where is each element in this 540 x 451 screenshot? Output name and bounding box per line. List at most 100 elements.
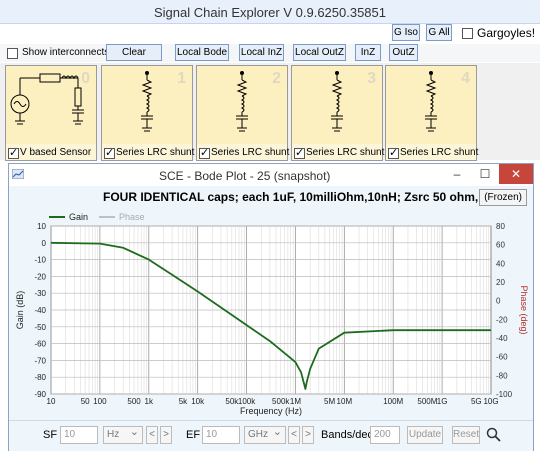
x-tick-label: 10M	[337, 397, 353, 406]
app-title: Signal Chain Explorer V 0.9.6250.35851	[154, 5, 386, 20]
reset-button[interactable]: Reset	[452, 426, 480, 444]
stage-1[interactable]: 1 Series LRC shunt	[101, 65, 195, 161]
y2-axis-title: Phase (deg)	[519, 285, 529, 334]
stage-2[interactable]: 2 Series LRC shunt	[196, 65, 290, 161]
stage-2-label: Series LRC shunt	[211, 147, 290, 158]
stage-0[interactable]: 0 V based Sensor	[5, 65, 97, 161]
x-axis-title: Frequency (Hz)	[240, 406, 302, 416]
y-tick-label: -80	[34, 373, 46, 382]
x-tick-label: 10	[47, 397, 56, 406]
x-tick-label: 5M	[324, 397, 335, 406]
local-bode-button[interactable]: Local Bode	[175, 44, 229, 61]
stage-3[interactable]: 3 Series LRC shunt	[291, 65, 385, 161]
stage-3-label: Series LRC shunt	[306, 147, 385, 158]
ef-input[interactable]: 10	[202, 426, 240, 444]
x-tick-label: 50	[81, 397, 90, 406]
y2-tick-label: -40	[496, 334, 508, 343]
stage-0-number: 0	[81, 70, 90, 87]
y2-tick-label: -80	[496, 371, 508, 380]
y2-tick-label: -60	[496, 353, 508, 362]
stage-4-checkbox[interactable]	[388, 146, 399, 159]
x-tick-label: 5k	[179, 397, 188, 406]
show-interconnects-checkbox[interactable]	[7, 48, 18, 59]
stage-1-checkbox[interactable]	[104, 146, 115, 159]
x-tick-label: 1M	[290, 397, 301, 406]
y-tick-label: -50	[34, 323, 46, 332]
x-tick-label: 100M	[383, 397, 403, 406]
stage-2-number: 2	[272, 70, 281, 87]
minimize-button[interactable]: –	[443, 164, 471, 184]
y-tick-label: -70	[34, 356, 46, 365]
g-all-button[interactable]: G All	[426, 24, 452, 41]
legend-phase-label: Phase	[119, 212, 145, 222]
stage-4-label: Series LRC shunt	[400, 147, 479, 158]
y2-tick-label: 20	[496, 278, 505, 287]
gargoyles-checkbox[interactable]	[462, 28, 473, 39]
x-tick-label: 100	[93, 397, 107, 406]
local-inz-button[interactable]: Local InZ	[239, 44, 284, 61]
bode-window-title: SCE - Bode Plot - 25 (snapshot)	[159, 169, 331, 183]
bode-chart: 100 -10 -20 -30 -40 -50 -60 -70 -80 -90 80 60 40 20 0 -…	[15, 212, 529, 416]
x-tick-label: 500	[127, 397, 141, 406]
plot-heading: FOUR IDENTICAL caps; each 1uF, 10milliOh…	[103, 190, 505, 204]
local-outz-button[interactable]: Local OutZ	[293, 44, 346, 61]
sf-label: SF	[43, 429, 58, 441]
stage-3-checkbox[interactable]	[294, 146, 305, 159]
y2-tick-label: 80	[496, 222, 505, 231]
ef-next-button[interactable]: >	[302, 426, 314, 444]
inz-button[interactable]: InZ	[355, 44, 381, 61]
bode-header: FOUR IDENTICAL caps; each 1uF, 10milliOh…	[9, 186, 533, 208]
y-tick-label: -60	[34, 340, 46, 349]
ef-unit-select[interactable]: GHz	[244, 424, 286, 444]
bode-plot[interactable]: 10 0 -10 -20 -30 -40 -50 -60 -70 -80 -90 80 60 40 20 0 -…	[9, 208, 533, 420]
bode-window: SCE - Bode Plot - 25 (snapshot) – ☐ ✕ FO…	[8, 163, 534, 451]
update-button[interactable]: Update	[407, 426, 443, 444]
ef-prev-button[interactable]: <	[288, 426, 300, 444]
y-tick-label: -10	[34, 256, 46, 265]
outz-button[interactable]: OutZ	[389, 44, 418, 61]
maximize-button[interactable]: ☐	[471, 164, 499, 184]
frozen-button[interactable]: (Frozen)	[479, 189, 527, 206]
sf-prev-button[interactable]: <	[146, 426, 158, 444]
y-tick-label: -30	[34, 289, 46, 298]
y-tick-label: -40	[34, 306, 46, 315]
x-tick-label: 10k	[191, 397, 205, 406]
y2-tick-label: 60	[496, 241, 505, 250]
sf-input[interactable]: 10	[60, 426, 98, 444]
stage-4[interactable]: 4 Series LRC shunt	[385, 65, 479, 161]
stage-0-checkbox[interactable]	[8, 146, 19, 159]
stage-2-checkbox[interactable]	[199, 146, 210, 159]
stage-1-number: 1	[177, 70, 186, 87]
legend-gain-label: Gain	[69, 212, 88, 222]
main-title-bar: Signal Chain Explorer V 0.9.6250.35851 G…	[0, 0, 540, 41]
bands-input[interactable]: 200	[370, 426, 400, 444]
gargoyles-label: Gargoyles!	[477, 26, 536, 40]
g-iso-button[interactable]: G Iso	[392, 24, 420, 41]
app-icon	[12, 169, 24, 179]
close-button[interactable]: ✕	[499, 164, 533, 184]
x-tick-label: 10G	[483, 397, 498, 406]
x-tick-label: 1G	[437, 397, 448, 406]
sf-next-button[interactable]: >	[160, 426, 172, 444]
clear-stages-button[interactable]: Clear stages	[106, 44, 162, 73]
stage-0-label: V based Sensor	[20, 147, 92, 158]
bands-label: Bands/dec	[321, 429, 373, 441]
bode-title-bar: SCE - Bode Plot - 25 (snapshot) – ☐ ✕	[9, 164, 533, 186]
stage-4-number: 4	[461, 70, 470, 87]
x-tick-label: 5G	[471, 397, 482, 406]
sf-unit-select[interactable]: Hz	[103, 424, 143, 444]
frequency-controls: SF 10 Hz < > EF 10 GHz < > Bands/dec 200…	[9, 420, 533, 451]
y-tick-label: 0	[42, 239, 47, 248]
y-tick-label: -20	[34, 272, 46, 281]
stage-1-label: Series LRC shunt	[116, 147, 195, 158]
search-icon[interactable]	[486, 427, 502, 443]
y-axis-title: Gain (dB)	[15, 291, 25, 330]
x-tick-label: 500M	[417, 397, 437, 406]
show-interconnects-label: Show interconnects	[22, 47, 110, 58]
y2-tick-label: 40	[496, 259, 505, 268]
x-tick-label: 500k	[272, 397, 290, 406]
y-tick-label: -90	[34, 390, 46, 399]
stage-3-number: 3	[367, 70, 376, 87]
y-tick-label: 10	[37, 222, 46, 231]
x-tick-label: 100k	[238, 397, 256, 406]
